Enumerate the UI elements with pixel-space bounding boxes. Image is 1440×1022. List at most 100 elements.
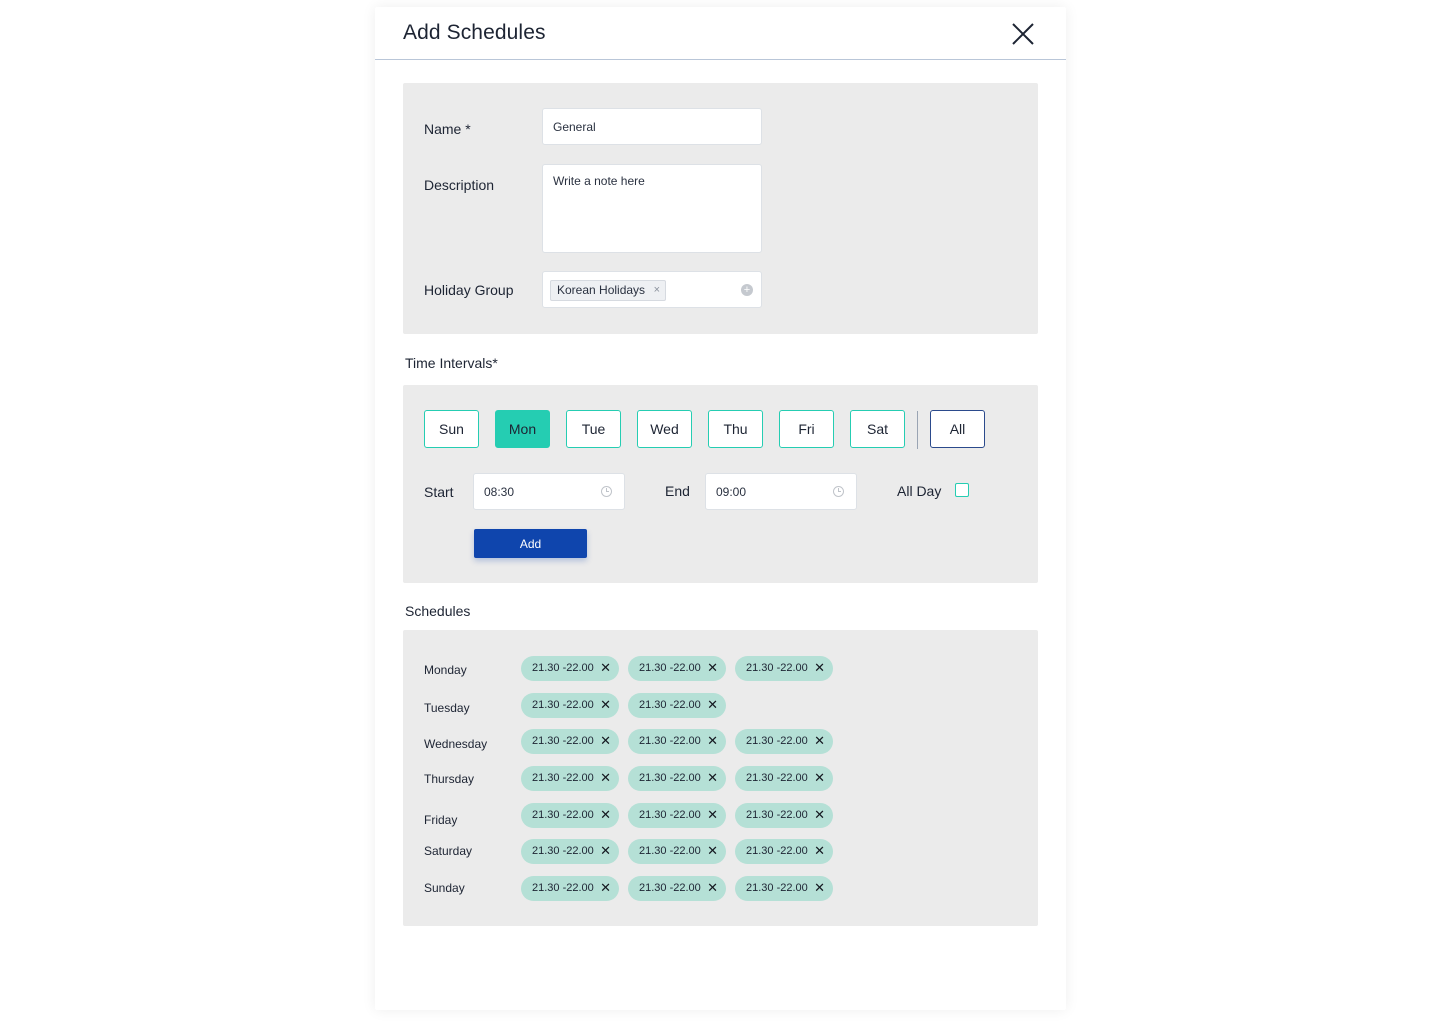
general-section: Name * Description Holiday Group Korean … [403, 83, 1038, 334]
name-input[interactable] [542, 108, 762, 145]
day-button-sat[interactable]: Sat [850, 410, 905, 448]
remove-slot-icon[interactable]: ✕ [600, 770, 611, 786]
remove-slot-icon[interactable]: ✕ [600, 660, 611, 676]
schedule-slot-time: 21.30 -22.00 [639, 662, 701, 674]
remove-slot-icon[interactable]: ✕ [814, 733, 825, 749]
end-label: End [665, 483, 690, 499]
schedule-slot-time: 21.30 -22.00 [532, 845, 594, 857]
modal-title: Add Schedules [403, 21, 546, 44]
day-button-sun[interactable]: Sun [424, 410, 479, 448]
schedule-slot-time: 21.30 -22.00 [532, 735, 594, 747]
remove-slot-icon[interactable]: ✕ [707, 807, 718, 823]
schedules-heading: Schedules [405, 603, 471, 619]
schedule-slot-time: 21.30 -22.00 [639, 735, 701, 747]
remove-slot-icon[interactable]: ✕ [814, 660, 825, 676]
schedule-day-label: Saturday [424, 844, 473, 858]
clock-icon [601, 486, 612, 497]
day-button-thu[interactable]: Thu [708, 410, 763, 448]
schedule-slot-chip: 21.30 -22.00 ✕ [521, 803, 619, 828]
description-input[interactable] [542, 164, 762, 253]
schedule-slot-time: 21.30 -22.00 [746, 772, 808, 784]
schedule-slot-chip: 21.30 -22.00 ✕ [628, 766, 726, 791]
add-interval-button[interactable]: Add [474, 529, 587, 558]
remove-slot-icon[interactable]: ✕ [600, 697, 611, 713]
schedule-slot-time: 21.30 -22.00 [639, 809, 701, 821]
schedule-slot-chip: 21.30 -22.00 ✕ [628, 803, 726, 828]
remove-slot-icon[interactable]: ✕ [814, 807, 825, 823]
start-label: Start [424, 484, 454, 500]
remove-slot-icon[interactable]: ✕ [600, 733, 611, 749]
add-holiday-icon[interactable]: + [741, 284, 753, 296]
clock-icon [833, 486, 844, 497]
all-day-label: All Day [897, 483, 942, 499]
schedule-day-label: Wednesday [424, 737, 488, 751]
schedule-slot-time: 21.30 -22.00 [532, 662, 594, 674]
remove-slot-icon[interactable]: ✕ [707, 733, 718, 749]
schedule-slot-chip: 21.30 -22.00 ✕ [628, 656, 726, 681]
day-button-fri[interactable]: Fri [779, 410, 834, 448]
schedule-slot-time: 21.30 -22.00 [532, 809, 594, 821]
schedule-slot-chip: 21.30 -22.00 ✕ [521, 876, 619, 901]
schedule-slot-time: 21.30 -22.00 [532, 699, 594, 711]
schedule-slot-chip: 21.30 -22.00 ✕ [521, 729, 619, 754]
day-button-mon[interactable]: Mon [495, 410, 550, 448]
remove-slot-icon[interactable]: ✕ [707, 660, 718, 676]
schedule-slot-chip: 21.30 -22.00 ✕ [735, 766, 833, 791]
holiday-chip-remove-icon[interactable]: × [654, 281, 660, 300]
start-time-field[interactable] [473, 473, 625, 510]
remove-slot-icon[interactable]: ✕ [814, 880, 825, 896]
schedule-day-label: Monday [424, 663, 467, 677]
schedule-slot-chip: 21.30 -22.00 ✕ [521, 693, 619, 718]
all-day-checkbox[interactable] [955, 483, 969, 497]
schedule-slot-chip: 21.30 -22.00 ✕ [735, 839, 833, 864]
start-time-input[interactable] [484, 474, 594, 509]
name-label: Name * [424, 121, 471, 137]
remove-slot-icon[interactable]: ✕ [600, 807, 611, 823]
schedule-slot-time: 21.30 -22.00 [639, 699, 701, 711]
schedule-slot-time: 21.30 -22.00 [639, 845, 701, 857]
day-button-tue[interactable]: Tue [566, 410, 621, 448]
schedule-slot-chip: 21.30 -22.00 ✕ [735, 729, 833, 754]
remove-slot-icon[interactable]: ✕ [707, 843, 718, 859]
modal-header: Add Schedules [375, 7, 1066, 60]
schedule-slot-time: 21.30 -22.00 [746, 809, 808, 821]
remove-slot-icon[interactable]: ✕ [707, 880, 718, 896]
remove-slot-icon[interactable]: ✕ [600, 843, 611, 859]
day-button-wed[interactable]: Wed [637, 410, 692, 448]
schedule-slot-chip: 21.30 -22.00 ✕ [735, 656, 833, 681]
add-schedules-modal: Add Schedules Name * Description Holiday… [375, 7, 1066, 1010]
schedule-slot-chip: 21.30 -22.00 ✕ [521, 656, 619, 681]
time-intervals-section: Sun Mon Tue Wed Thu Fri Sat All Start End All … [403, 385, 1038, 583]
schedule-slot-chip: 21.30 -22.00 ✕ [628, 729, 726, 754]
remove-slot-icon[interactable]: ✕ [707, 697, 718, 713]
schedule-slot-chip: 21.30 -22.00 ✕ [628, 839, 726, 864]
schedule-slot-time: 21.30 -22.00 [746, 662, 808, 674]
schedule-slot-chip: 21.30 -22.00 ✕ [735, 876, 833, 901]
schedules-section: Monday 21.30 -22.00 ✕ 21.30 -22.00 ✕ 21.30 -2… [403, 630, 1038, 926]
holiday-group-field[interactable]: Korean Holidays × + [542, 271, 762, 308]
schedule-slot-time: 21.30 -22.00 [532, 882, 594, 894]
remove-slot-icon[interactable]: ✕ [600, 880, 611, 896]
schedule-slot-chip: 21.30 -22.00 ✕ [521, 766, 619, 791]
schedule-slot-time: 21.30 -22.00 [532, 772, 594, 784]
schedule-slot-time: 21.30 -22.00 [639, 882, 701, 894]
schedule-slot-time: 21.30 -22.00 [746, 882, 808, 894]
schedule-day-label: Thursday [424, 772, 475, 786]
remove-slot-icon[interactable]: ✕ [707, 770, 718, 786]
remove-slot-icon[interactable]: ✕ [814, 843, 825, 859]
schedule-slot-chip: 21.30 -22.00 ✕ [628, 876, 726, 901]
schedule-day-label: Sunday [424, 881, 465, 895]
remove-slot-icon[interactable]: ✕ [814, 770, 825, 786]
holiday-chip: Korean Holidays × [550, 280, 667, 301]
schedule-slot-time: 21.30 -22.00 [746, 735, 808, 747]
schedule-day-label: Tuesday [424, 701, 470, 715]
description-label: Description [424, 177, 495, 193]
holiday-group-label: Holiday Group [424, 282, 514, 298]
end-time-input[interactable] [716, 474, 826, 509]
end-time-field[interactable] [705, 473, 857, 510]
time-intervals-heading: Time Intervals* [405, 355, 498, 371]
holiday-chip-label: Korean Holidays [557, 283, 646, 297]
close-icon[interactable] [1010, 21, 1036, 47]
day-button-all[interactable]: All [930, 410, 985, 448]
schedule-slot-chip: 21.30 -22.00 ✕ [735, 803, 833, 828]
